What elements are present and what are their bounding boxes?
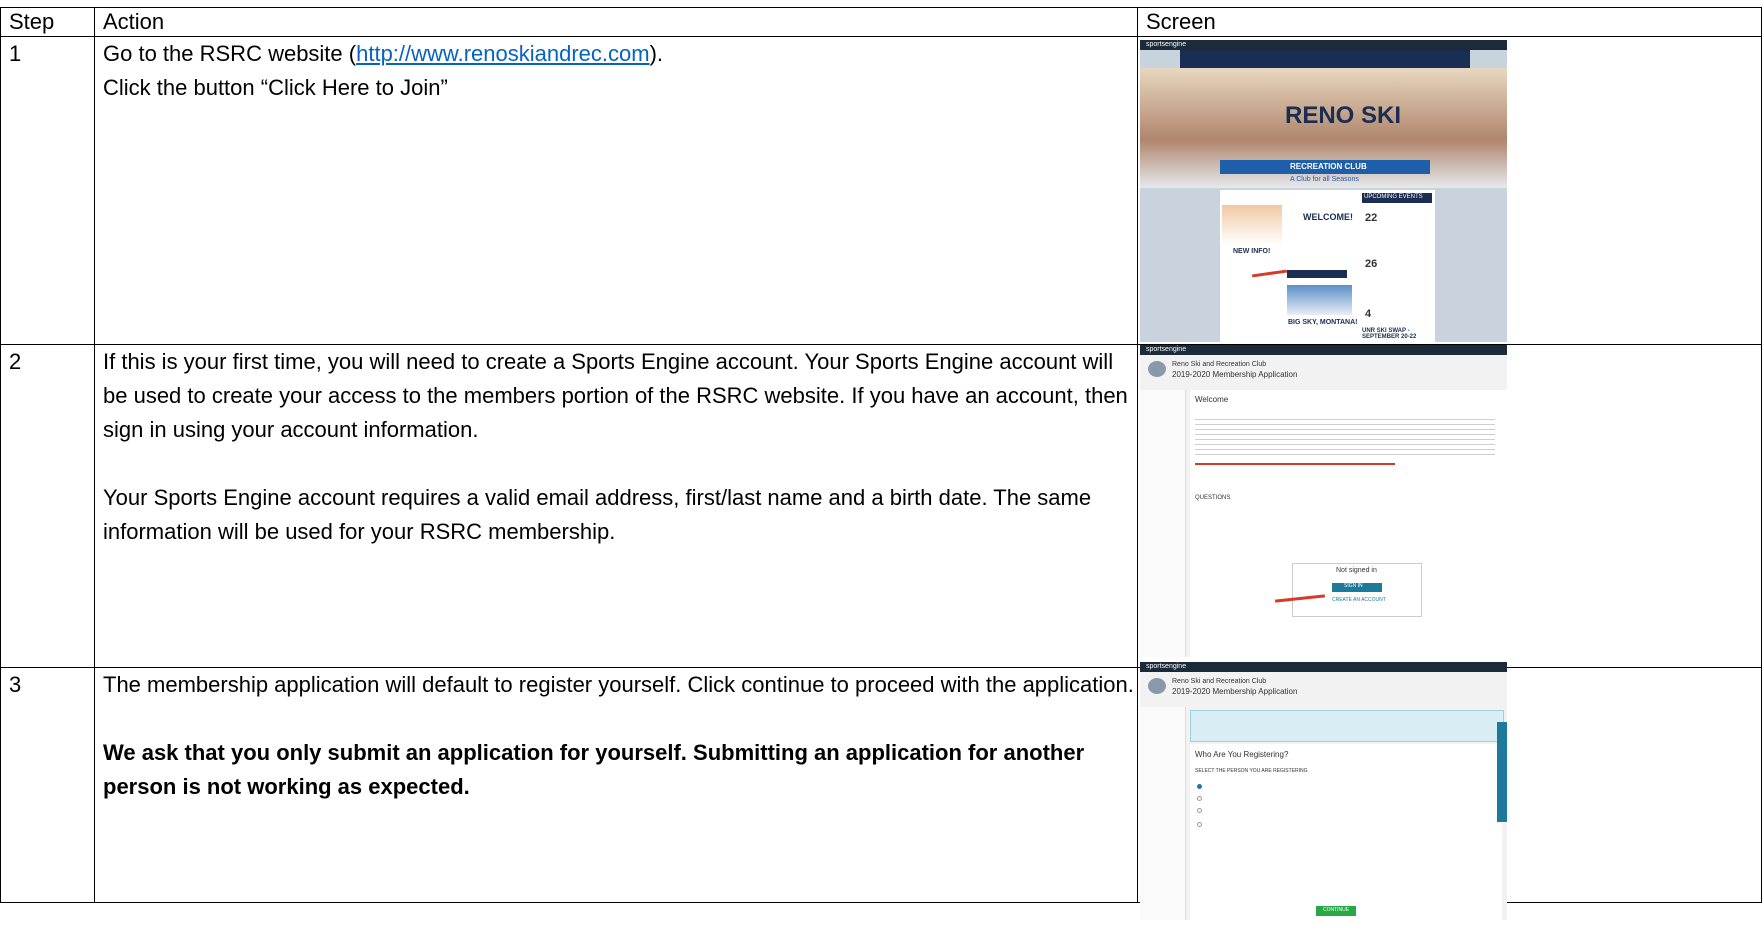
action-text: Go to the RSRC website (http://www.renos…	[95, 37, 1137, 105]
who-registering-heading: Who Are You Registering?	[1195, 750, 1289, 759]
welcome-copy	[1195, 415, 1495, 455]
welcome-heading: WELCOME!	[1303, 212, 1353, 222]
warning-paragraph: We ask that you only submit an applicati…	[103, 740, 1085, 799]
red-note	[1195, 463, 1395, 465]
brand-logo: sportsengine	[1146, 41, 1187, 48]
action-paragraph: The membership application will default …	[103, 672, 1134, 697]
step-number: 1	[9, 41, 22, 66]
action-paragraph: If this is your first time, you will nee…	[103, 349, 1128, 442]
tagline: A Club for all Seasons	[1290, 176, 1359, 183]
side-tab[interactable]	[1497, 722, 1507, 822]
signin-screenshot: sportsengine Reno Ski and Recreation Clu…	[1140, 345, 1507, 657]
header-row: Step Action Screen	[0, 7, 1762, 37]
site-nav	[1180, 50, 1470, 68]
step-header: Step	[9, 9, 55, 34]
not-signed-in-label: Not signed in	[1336, 567, 1377, 574]
rsrc-website-link[interactable]: http://www.renoskiandrec.com	[356, 41, 649, 66]
questions-heading: QUESTIONS	[1195, 495, 1231, 501]
side-nav	[1140, 390, 1186, 657]
registration-screenshot: sportsengine Reno Ski and Recreation Clu…	[1140, 662, 1507, 920]
action-text: The membership application will default …	[95, 668, 1137, 804]
club-name: RECREATION CLUB	[1290, 162, 1367, 171]
step-number: 3	[9, 672, 22, 697]
action-text: If this is your first time, you will nee…	[95, 345, 1137, 549]
side-nav	[1140, 707, 1186, 920]
step-number: 2	[9, 349, 22, 374]
click-here-to-join-button[interactable]	[1287, 270, 1347, 278]
action-text-part: Click the button “Click Here to Join”	[103, 75, 448, 100]
application-title: 2019-2020 Membership Application	[1172, 687, 1298, 696]
action-header: Action	[103, 9, 165, 34]
action-text-part: Go to the RSRC website (	[103, 41, 357, 66]
org-name: Reno Ski and Recreation Club	[1172, 361, 1267, 368]
person-radio[interactable]	[1197, 784, 1202, 789]
site-topbar: sportsengine	[1140, 40, 1507, 50]
upcoming-events-heading: UPCOMING EVENTS	[1364, 194, 1423, 200]
person-radio[interactable]	[1197, 822, 1202, 827]
ski-swap-heading: UNR SKI SWAP - SEPTEMBER 20-22	[1362, 328, 1417, 340]
event-date: 22	[1365, 212, 1378, 224]
event-date: 26	[1365, 258, 1378, 270]
sign-in-label: SIGN IN	[1344, 583, 1363, 589]
big-sky-heading: BIG SKY, MONTANA!	[1288, 319, 1358, 326]
application-title: 2019-2020 Membership Application	[1172, 370, 1298, 379]
create-account-link[interactable]: CREATE AN ACCOUNT	[1332, 597, 1386, 603]
screen-header: Screen	[1146, 9, 1216, 34]
action-text-part: ).	[649, 41, 664, 66]
brand-logo: sportsengine	[1146, 663, 1187, 670]
person-radio[interactable]	[1197, 808, 1202, 813]
action-paragraph: Your Sports Engine account requires a va…	[103, 485, 1092, 544]
club-logo: RENO SKI	[1285, 102, 1402, 129]
org-name: Reno Ski and Recreation Club	[1172, 678, 1267, 685]
brand-logo: sportsengine	[1146, 346, 1187, 353]
person-radio[interactable]	[1197, 796, 1202, 801]
club-logo-icon	[1148, 361, 1166, 377]
info-banner	[1190, 710, 1504, 742]
continue-label: CONTINUE	[1323, 907, 1350, 913]
select-person-label: SELECT THE PERSON YOU ARE REGISTERING	[1195, 768, 1308, 774]
mountain-photo	[1287, 285, 1352, 315]
website-screenshot: sportsengine RENO SKI RECREATION CLUB A …	[1140, 40, 1507, 342]
club-logo-icon	[1148, 678, 1166, 694]
event-date: 4	[1365, 308, 1372, 320]
site-topbar: sportsengine	[1140, 662, 1507, 672]
site-topbar: sportsengine	[1140, 345, 1507, 355]
welcome-heading: Welcome	[1195, 395, 1229, 404]
snow-photo	[1222, 205, 1282, 245]
new-info-heading: NEW INFO!	[1233, 248, 1271, 255]
